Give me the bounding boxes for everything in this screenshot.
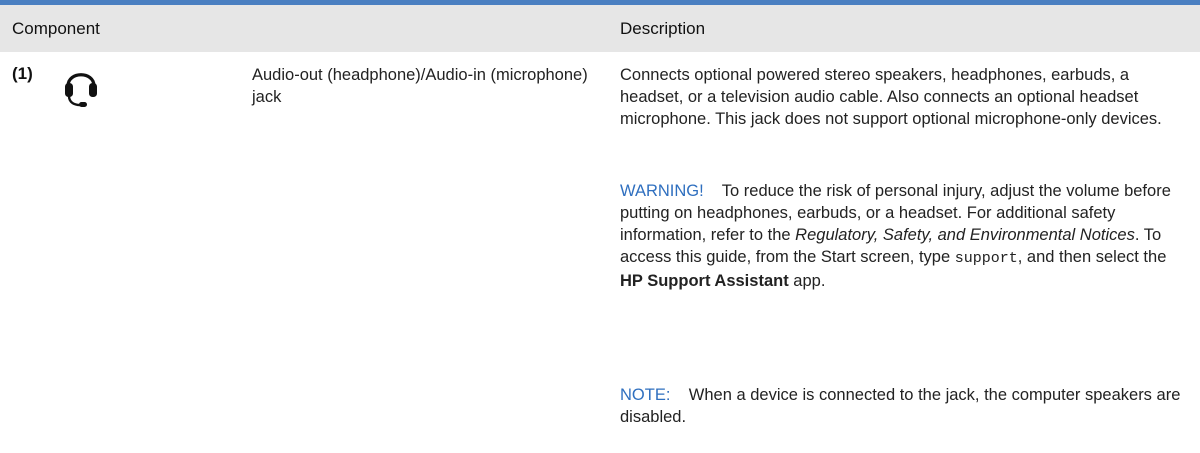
warning-command: support [954, 250, 1018, 267]
warning-text-3: , and then select the [1017, 248, 1167, 266]
warning-text-4: app. [788, 272, 826, 290]
note-text: When a device is connected to the jack, … [620, 386, 1181, 426]
note-paragraph: NOTE: When a device is connected to the … [620, 384, 1188, 428]
warning-app-name: HP Support Assistant [620, 272, 789, 290]
header-description: Description [620, 19, 706, 38]
warning-label: WARNING! [620, 182, 704, 200]
note-label: NOTE: [620, 386, 671, 404]
header-component: Component [12, 19, 100, 38]
component-table: Component Description (1) Audio-out (hea… [0, 0, 1200, 453]
table-header-row: Component Description [0, 5, 1200, 52]
row-number: (1) [12, 64, 33, 83]
warning-paragraph: WARNING! To reduce the risk of personal … [620, 180, 1188, 292]
component-description: Connects optional powered stereo speaker… [620, 66, 1162, 128]
headphone-icon [65, 73, 97, 107]
warning-doc-title: Regulatory, Safety, and Environmental No… [795, 226, 1135, 244]
component-name: Audio-out (headphone)/Audio-in (micropho… [252, 66, 588, 106]
